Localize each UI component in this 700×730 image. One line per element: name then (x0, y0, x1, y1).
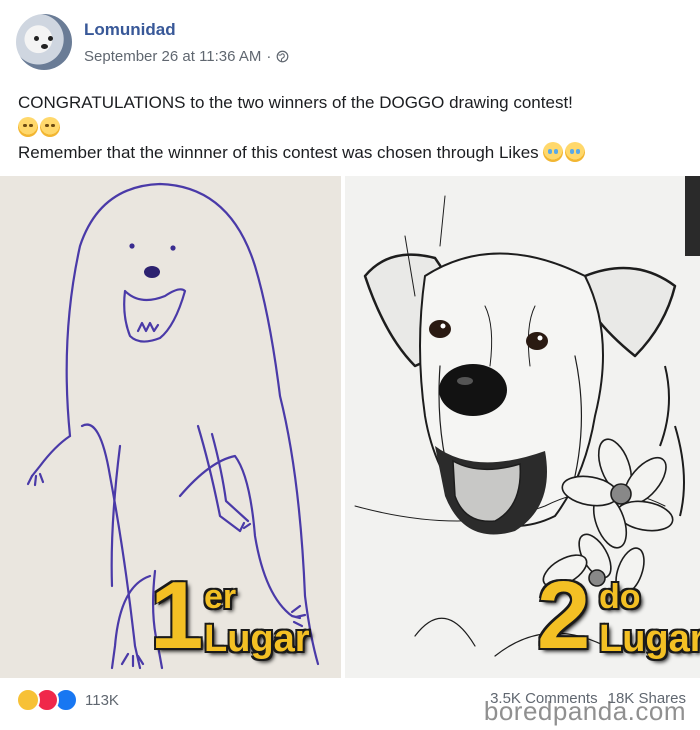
realistic-dog-sketch (354, 176, 700, 657)
second-place-number: 2 (537, 562, 591, 669)
page-avatar[interactable] (16, 14, 72, 70)
post-footer: 113K 3.5K Comments 18K Shares boredpanda… (0, 680, 700, 730)
globe-icon (276, 50, 289, 63)
boredpanda-watermark: boredpanda.com (483, 696, 686, 726)
crying-face-icon (565, 142, 586, 162)
post-body: CONGRATULATIONS to the two winners of th… (18, 90, 688, 165)
first-place-drawing[interactable]: 1 er Lugar (0, 176, 341, 678)
second-place-suffix: do (599, 578, 641, 616)
post-emoji-line (18, 115, 688, 140)
first-place-number: 1 (150, 562, 204, 669)
first-place-label: 1 (150, 568, 203, 664)
second-place-suffix-wrap: do (599, 580, 641, 614)
first-place-suffix: er (204, 578, 237, 616)
second-place-drawing[interactable]: 2 do Lugar (345, 176, 700, 678)
meta-separator: · (266, 48, 272, 65)
second-place-word: Lugar (599, 618, 700, 660)
post-images[interactable]: 1 er Lugar 2 do Lugar (0, 176, 700, 678)
first-place-suffix-wrap: er (204, 580, 236, 614)
second-place-label: 2 (537, 568, 590, 664)
page-name-link[interactable]: Lomunidad (84, 20, 176, 40)
post-meta: September 26 at 11:36 AM · (84, 48, 289, 65)
cheering-face-icon (40, 117, 60, 137)
post-timestamp[interactable]: September 26 at 11:36 AM (84, 48, 261, 65)
first-place-word-wrap: Lugar (204, 620, 310, 658)
reaction-count[interactable]: 113K (85, 692, 119, 709)
first-place-word: Lugar (204, 618, 310, 660)
reactions-summary[interactable]: 113K (16, 688, 119, 712)
post-text-line1: CONGRATULATIONS to the two winners of th… (18, 93, 573, 112)
crying-face-icon (543, 142, 564, 162)
post-header: Lomunidad September 26 at 11:36 AM · (16, 14, 686, 74)
post-text-line2: Remember that the winnner of this contes… (18, 140, 688, 165)
second-place-word-wrap: Lugar (599, 620, 700, 658)
cheering-face-icon (18, 117, 38, 137)
haha-icon (16, 688, 40, 712)
